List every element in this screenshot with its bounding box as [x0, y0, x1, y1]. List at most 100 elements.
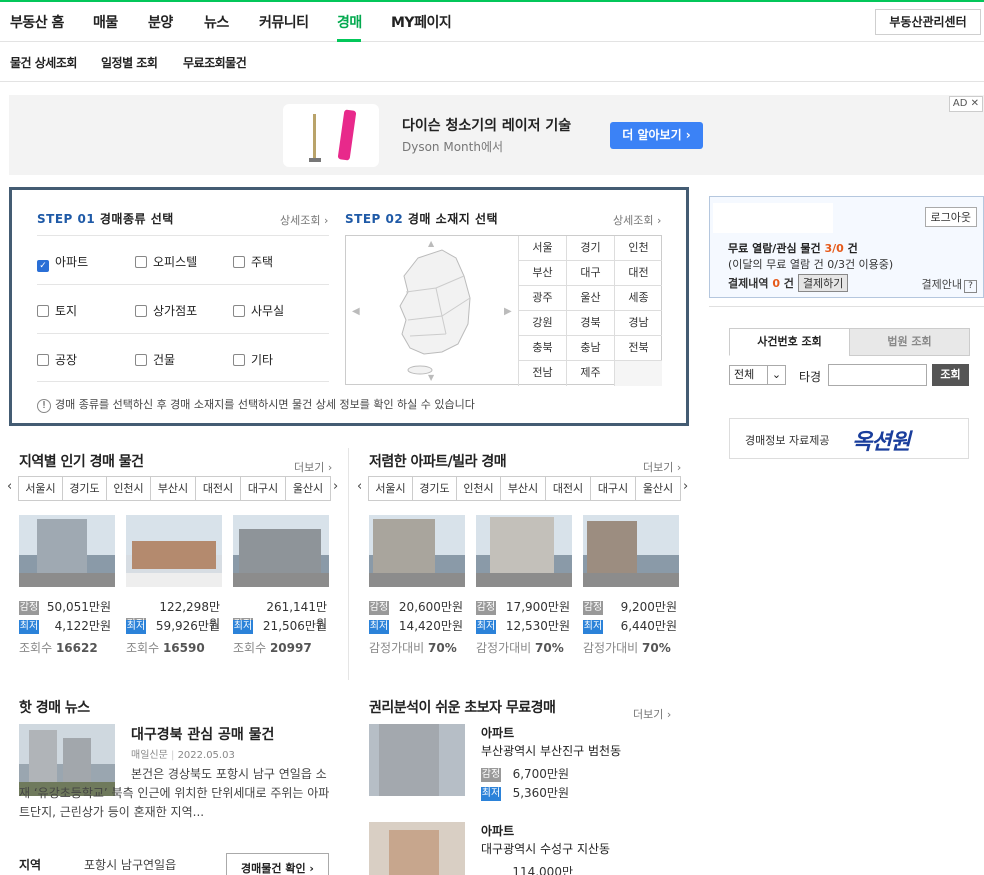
chevron-right-icon[interactable]: ›: [683, 479, 688, 494]
property-photo[interactable]: [126, 515, 222, 587]
subnav-free-items[interactable]: 무료조회물건: [183, 54, 247, 71]
ad-title: 다이슨 청소기의 레이저 기술: [402, 118, 572, 134]
ad-learn-more-button[interactable]: 더 알아보기 ›: [610, 122, 703, 149]
tab-court[interactable]: 법원 조회: [849, 328, 970, 356]
property-photo[interactable]: [476, 515, 572, 587]
user-name-box: [713, 203, 833, 233]
property-photo[interactable]: [233, 515, 329, 587]
checkbox-store[interactable]: 상가점포: [135, 302, 197, 319]
tab-case-number[interactable]: 사건번호 조회: [729, 328, 850, 356]
exclamation-icon: !: [37, 399, 51, 413]
region-ulsan[interactable]: 울산: [566, 286, 614, 311]
logout-button[interactable]: 로그아웃: [924, 207, 977, 227]
popular-tab[interactable]: 대전시: [195, 476, 241, 501]
nav-news[interactable]: 뉴스: [204, 12, 229, 32]
region-incheon[interactable]: 인천: [614, 236, 662, 261]
monthly-free-usage: (이달의 무료 열람 건 0/3건 이용중): [728, 258, 894, 271]
property-photo[interactable]: [19, 515, 115, 587]
type-row: ✓ 아파트 오피스텔 주택: [37, 235, 329, 284]
nav-realty-home[interactable]: 부동산 홈: [10, 12, 64, 32]
chevron-left-icon[interactable]: ‹: [7, 479, 12, 494]
region-busan[interactable]: 부산: [518, 261, 566, 286]
property-photo[interactable]: [369, 515, 465, 587]
region-empty: [614, 361, 662, 386]
checkbox-officetel[interactable]: 오피스텔: [135, 253, 197, 270]
property-photo[interactable]: [369, 822, 465, 875]
korea-map[interactable]: ◀ ▶ ▲ ▼: [346, 236, 518, 384]
minimum-price: 최저 4,122만원: [19, 619, 111, 634]
checkbox-apartment[interactable]: ✓ 아파트: [37, 253, 88, 272]
nav-presale[interactable]: 분양: [148, 12, 173, 32]
subnav-schedule[interactable]: 일정별 조회: [101, 54, 158, 71]
data-provider-banner[interactable]: 경매정보 자료제공 옥션원: [729, 418, 969, 459]
region-gyeongbuk[interactable]: 경북: [566, 311, 614, 336]
cheap-tab[interactable]: 대구시: [590, 476, 636, 501]
news-headline[interactable]: 대구경북 관심 공매 물건: [131, 724, 274, 744]
region-seoul[interactable]: 서울: [518, 236, 566, 261]
pay-button[interactable]: 결제하기: [797, 274, 849, 292]
popular-more-link[interactable]: 더보기 ›: [294, 459, 332, 475]
case-label: 타경: [799, 370, 822, 384]
year-select[interactable]: 전체 ⌄: [729, 365, 786, 385]
region-gyeonggi[interactable]: 경기: [566, 236, 614, 261]
nav-mypage[interactable]: MY페이지: [391, 12, 452, 32]
region-gwangju[interactable]: 광주: [518, 286, 566, 311]
property-photo[interactable]: [369, 724, 465, 796]
check-auction-button[interactable]: 경매물건 확인 ›: [226, 853, 329, 875]
region-jeonbuk[interactable]: 전북: [614, 336, 662, 361]
ad-close-tag[interactable]: AD ✕: [948, 96, 983, 112]
easy-title: 권리분석이 쉬운 초보자 무료경매: [369, 700, 556, 716]
news-body[interactable]: 본건은 경상북도 포항시 남구 연일읍 소재 ‘유강초등학교’ 북측 인근에 위…: [19, 765, 331, 822]
case-search-button[interactable]: 조회: [932, 364, 969, 386]
region-jeju[interactable]: 제주: [566, 361, 614, 386]
region-daegu[interactable]: 대구: [566, 261, 614, 286]
nav-community[interactable]: 커뮤니티: [259, 12, 309, 32]
property-address[interactable]: 대구광역시 수성구 지산동: [481, 840, 610, 857]
cheap-tab[interactable]: 울산시: [635, 476, 681, 501]
region-sejong[interactable]: 세종: [614, 286, 662, 311]
checkbox-etc[interactable]: 기타: [233, 351, 273, 368]
region-chungnam[interactable]: 충남: [566, 336, 614, 361]
nav-listings[interactable]: 매물: [93, 12, 118, 32]
payment-guide-link[interactable]: 결제안내?: [922, 276, 977, 293]
cheap-tab[interactable]: 대전시: [545, 476, 591, 501]
ad-banner[interactable]: 다이슨 청소기의 레이저 기술 Dyson Month에서 더 알아보기 › A…: [9, 95, 984, 175]
column-divider: [348, 448, 349, 680]
checkbox-office[interactable]: 사무실: [233, 302, 284, 319]
step2-more-link[interactable]: 상세조회 ›: [613, 212, 661, 228]
provider-logo: 옥션원: [852, 430, 911, 455]
cheap-tab[interactable]: 부산시: [500, 476, 546, 501]
region-jeonnam[interactable]: 전남: [518, 361, 566, 386]
chevron-left-icon[interactable]: ‹: [357, 479, 362, 494]
region-gangwon[interactable]: 강원: [518, 311, 566, 336]
cheap-tab[interactable]: 인천시: [456, 476, 501, 501]
appraisal-price: 감정 17,900만원: [476, 600, 570, 615]
region-daejeon[interactable]: 대전: [614, 261, 662, 286]
realty-center-button[interactable]: 부동산관리센터: [875, 9, 981, 35]
popular-tab[interactable]: 경기도: [62, 476, 107, 501]
chevron-down-icon: ⌄: [767, 366, 785, 384]
chevron-right-icon[interactable]: ›: [333, 479, 338, 494]
checkbox-building[interactable]: 건물: [135, 351, 175, 368]
case-number-input[interactable]: [828, 364, 927, 386]
cheap-tab[interactable]: 경기도: [412, 476, 457, 501]
checkbox-land[interactable]: 토지: [37, 302, 77, 319]
nav-auction[interactable]: 경매: [337, 12, 362, 32]
checkbox-factory[interactable]: 공장: [37, 351, 77, 368]
property-photo[interactable]: [583, 515, 679, 587]
property-address[interactable]: 부산광역시 부산진구 범천동: [481, 742, 621, 759]
checkbox-house[interactable]: 주택: [233, 253, 273, 270]
region-chungbuk[interactable]: 충북: [518, 336, 566, 361]
cheap-more-link[interactable]: 더보기 ›: [643, 459, 681, 475]
popular-tab[interactable]: 울산시: [285, 476, 331, 501]
easy-more-link[interactable]: 더보기 ›: [633, 706, 671, 722]
subnav-detail-search[interactable]: 물건 상세조회: [10, 54, 77, 71]
popular-tab[interactable]: 부산시: [150, 476, 196, 501]
region-gyeongnam[interactable]: 경남: [614, 311, 662, 336]
step1-more-link[interactable]: 상세조회 ›: [280, 212, 328, 228]
type-row: 공장 건물 기타: [37, 333, 329, 382]
popular-tab[interactable]: 대구시: [240, 476, 286, 501]
popular-tab[interactable]: 인천시: [106, 476, 151, 501]
popular-tab[interactable]: 서울시: [18, 476, 63, 501]
cheap-tab[interactable]: 서울시: [368, 476, 413, 501]
